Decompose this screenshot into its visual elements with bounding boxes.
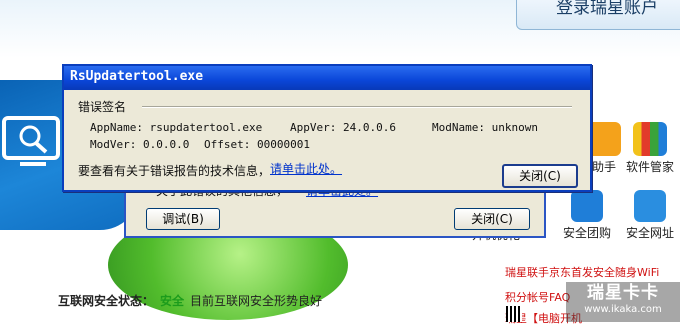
app-ver-field: AppVer: 24.0.0.6 — [290, 121, 396, 134]
offset-field: Offset: 00000001 — [204, 138, 310, 151]
more-info-text: 要查看有关于错误报告的技术信息， — [78, 164, 271, 178]
mod-ver-field: ModVer: 0.0.0.0 — [90, 138, 190, 151]
error-signature-label: 错误签名 — [78, 100, 127, 114]
tool-group-buy[interactable]: 安全团购 — [551, 190, 623, 240]
tool-label: 安全网址 — [625, 226, 674, 240]
more-info-link[interactable]: 请单击此处。 — [270, 160, 342, 177]
security-status: 互联网安全状态： 安全 目前互联网安全形势良好 — [58, 292, 322, 309]
dialog-title: RsUpdatertool.exe — [70, 69, 204, 84]
tool-label: 安全团购 — [562, 226, 611, 240]
tool-label: 软件管家 — [625, 160, 674, 174]
monitor-scan-icon — [2, 116, 60, 166]
watermark-main: 瑞星卡卡 — [587, 283, 659, 303]
security-status-description: 目前互联网安全形势良好 — [190, 294, 323, 308]
promo-link[interactable]: 瑞星联手京东首发安全随身WiFi — [505, 264, 659, 280]
separator-line — [142, 106, 572, 108]
security-status-state: 安全 — [160, 294, 185, 308]
promo-link[interactable]: 积分帐号FAQ — [505, 289, 570, 305]
group-buy-icon — [571, 190, 603, 222]
debug-button[interactable]: 调试(B) — [146, 208, 220, 230]
app-name-field: AppName: rsupdatertool.exe — [90, 121, 263, 134]
tool-software-manager[interactable]: 软件管家 — [614, 122, 680, 174]
close-button[interactable]: 关闭(C) — [502, 164, 578, 188]
mod-name-field: ModName: unknown — [432, 121, 538, 134]
error-dialog: RsUpdatertool.exe 错误签名 AppName: rsupdate… — [62, 64, 592, 192]
qr-code-icon — [506, 306, 522, 322]
tool-safe-url[interactable]: 安全网址 — [614, 190, 680, 240]
software-manager-icon — [633, 122, 667, 156]
security-status-label: 互联网安全状态： — [58, 294, 155, 308]
safe-url-icon — [634, 190, 666, 222]
watermark-url: www.ikaka.com — [584, 304, 662, 315]
login-button[interactable]: 登录瑞星账户 — [516, 0, 680, 30]
close-button[interactable]: 关闭(C) — [454, 208, 530, 230]
watermark: 瑞星卡卡 www.ikaka.com — [566, 282, 680, 322]
dialog-body: 错误签名 AppName: rsupdatertool.exe AppVer: … — [64, 90, 590, 190]
title-bar[interactable]: RsUpdatertool.exe — [64, 66, 590, 90]
